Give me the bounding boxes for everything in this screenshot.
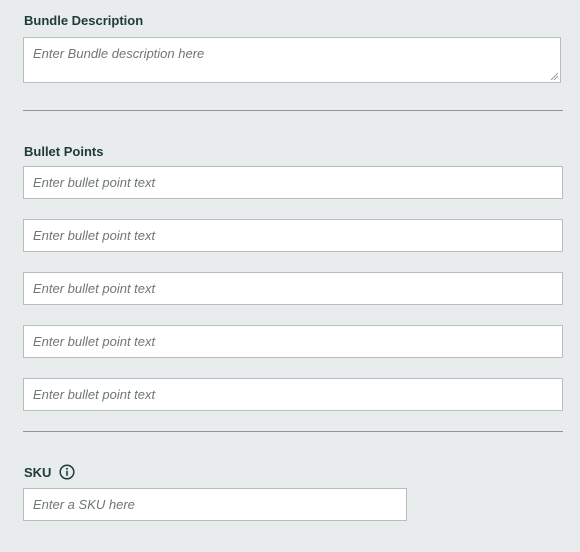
bundle-description-placeholder: Enter Bundle description here bbox=[33, 46, 205, 61]
sku-placeholder: Enter a SKU here bbox=[33, 497, 135, 512]
bullet-point-input-5[interactable]: Enter bullet point text bbox=[23, 378, 563, 411]
bullet-point-placeholder: Enter bullet point text bbox=[33, 334, 156, 349]
product-form: Bundle Description Enter Bundle descript… bbox=[0, 0, 580, 552]
bundle-description-label: Bundle Description bbox=[24, 13, 144, 28]
bullet-point-placeholder: Enter bullet point text bbox=[33, 281, 156, 296]
info-circle-icon[interactable] bbox=[59, 464, 75, 480]
bundle-description-textarea[interactable]: Enter Bundle description here bbox=[23, 37, 561, 83]
bullet-points-label: Bullet Points bbox=[24, 144, 104, 159]
sku-input[interactable]: Enter a SKU here bbox=[23, 488, 407, 521]
sku-label: SKU bbox=[24, 465, 52, 480]
section-divider bbox=[23, 431, 563, 432]
bullet-point-input-1[interactable]: Enter bullet point text bbox=[23, 166, 563, 199]
bullet-point-placeholder: Enter bullet point text bbox=[33, 228, 156, 243]
bullet-point-placeholder: Enter bullet point text bbox=[33, 175, 156, 190]
bullet-point-input-4[interactable]: Enter bullet point text bbox=[23, 325, 563, 358]
resize-grip-icon[interactable] bbox=[550, 72, 558, 80]
bullet-point-placeholder: Enter bullet point text bbox=[33, 387, 156, 402]
section-divider bbox=[23, 110, 563, 111]
bullet-point-input-3[interactable]: Enter bullet point text bbox=[23, 272, 563, 305]
bullet-point-input-2[interactable]: Enter bullet point text bbox=[23, 219, 563, 252]
